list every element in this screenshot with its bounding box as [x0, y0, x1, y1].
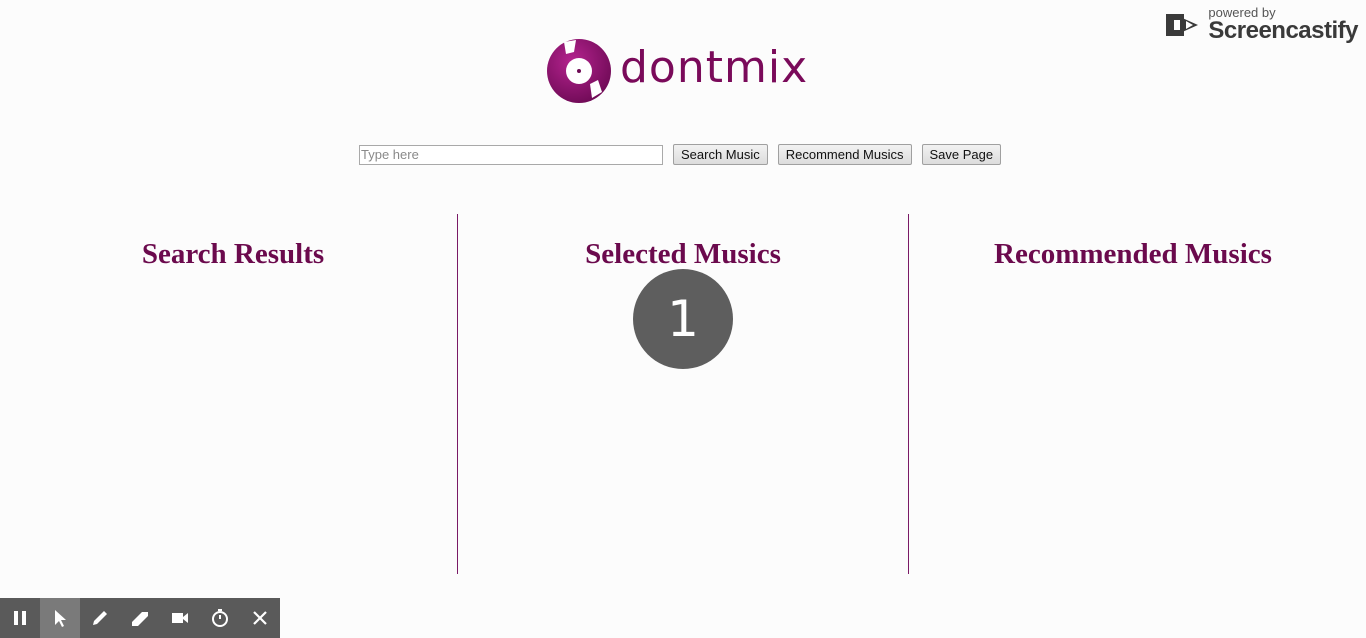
search-bar: Search Music Recommend Musics Save Page — [359, 144, 1002, 165]
camera-tool-button[interactable] — [160, 598, 200, 638]
screencastify-toolbar — [0, 598, 280, 638]
pen-icon — [93, 611, 107, 625]
dontmix-logo: dontmix — [546, 38, 808, 104]
timer-icon — [212, 609, 228, 627]
close-icon — [253, 611, 267, 625]
save-page-button[interactable]: Save Page — [921, 144, 1002, 165]
click-count-indicator: 1 — [633, 269, 733, 369]
timer-tool-button[interactable] — [200, 598, 240, 638]
camera-icon — [172, 613, 188, 623]
close-toolbar-button[interactable] — [240, 598, 280, 638]
eraser-icon — [132, 612, 148, 626]
pause-icon — [14, 611, 26, 625]
cursor-icon — [55, 610, 66, 627]
cursor-tool-button[interactable] — [40, 598, 80, 638]
search-input[interactable] — [359, 144, 663, 165]
recommended-musics-heading: Recommended Musics — [994, 238, 1272, 270]
search-results-heading: Search Results — [141, 238, 325, 270]
screencastify-brand: Screencastify — [1208, 17, 1358, 44]
page: powered by Screencastify dontmix Search … — [0, 0, 1366, 638]
eraser-tool-button[interactable] — [120, 598, 160, 638]
pen-tool-button[interactable] — [80, 598, 120, 638]
screencastify-logo-icon — [1166, 13, 1199, 36]
selected-musics-heading: Selected Musics — [585, 238, 781, 270]
search-music-button[interactable]: Search Music — [673, 144, 768, 165]
recommend-musics-button[interactable]: Recommend Musics — [777, 144, 912, 165]
vinyl-record-icon — [547, 39, 611, 103]
logo-wordmark: dontmix — [620, 42, 809, 93]
screencastify-watermark: powered by Screencastify — [1162, 6, 1358, 43]
pause-button[interactable] — [0, 598, 40, 638]
